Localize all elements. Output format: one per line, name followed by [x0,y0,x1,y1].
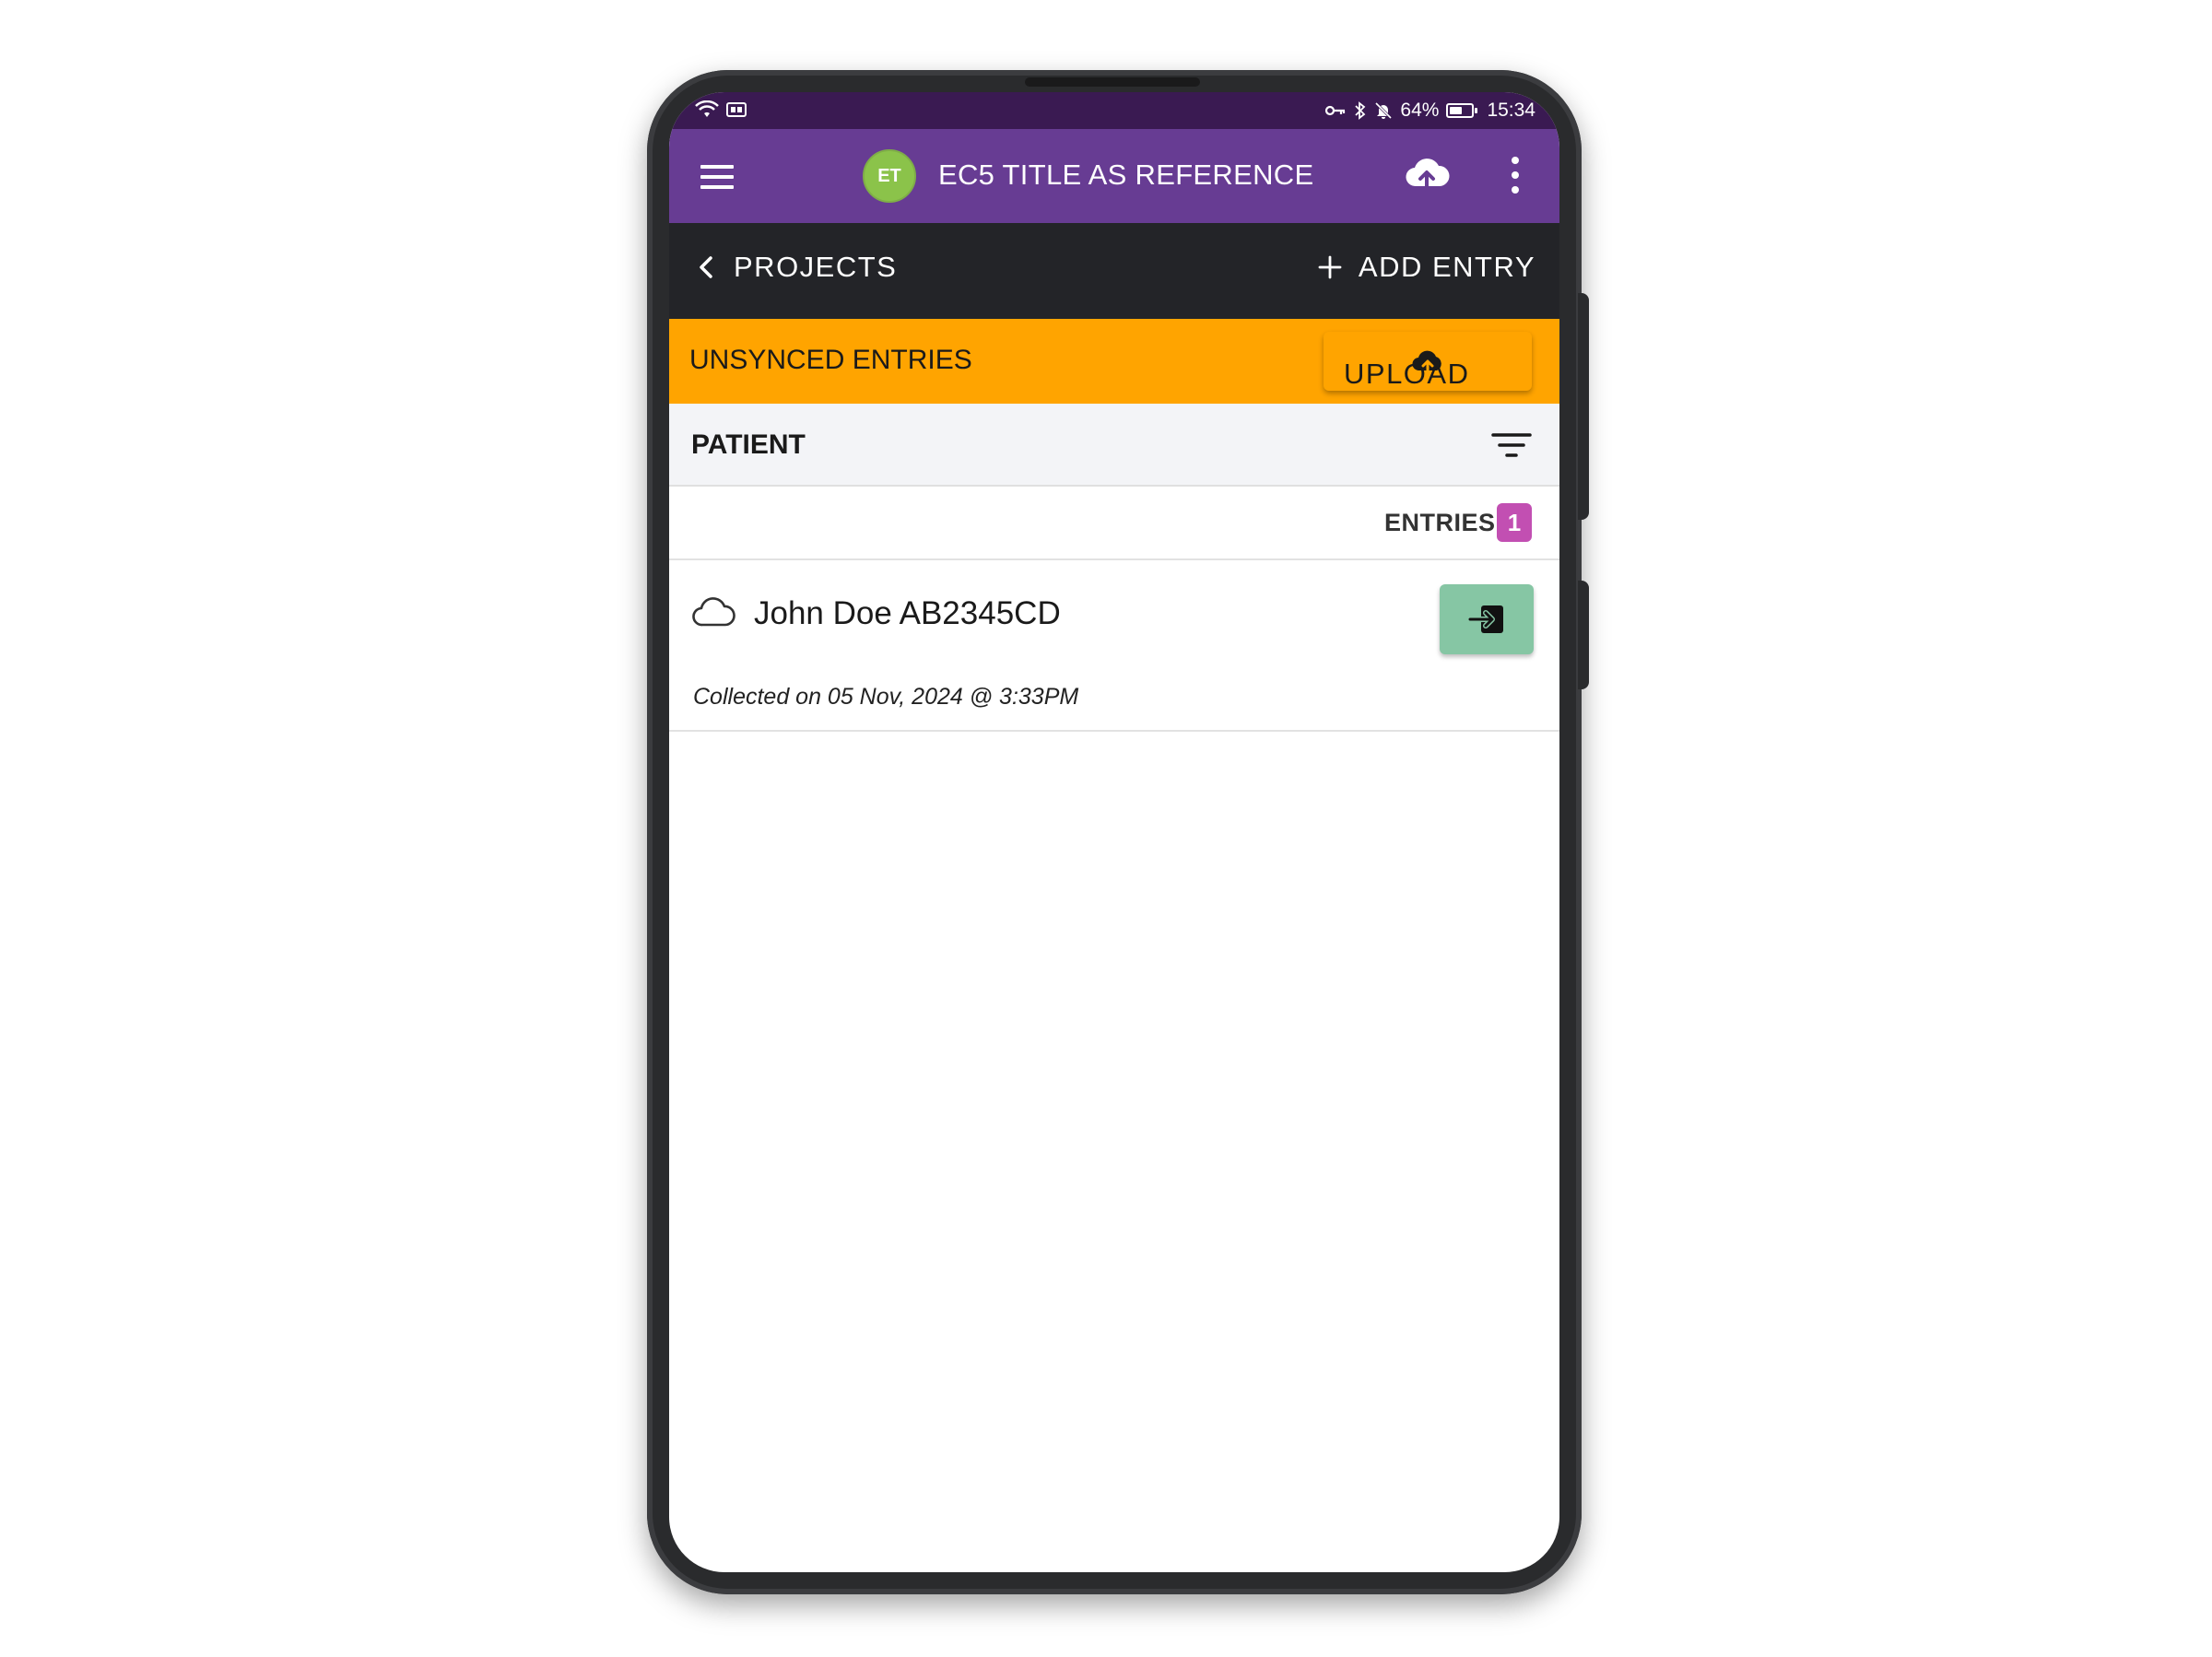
hamburger-menu-icon[interactable] [700,165,734,189]
upload-button[interactable]: UPLOAD [1324,332,1532,391]
add-entry-button[interactable]: ADD ENTRY [1318,251,1535,284]
entry-title: John Doe AB2345CD [754,595,1061,631]
form-name: PATIENT [691,429,806,460]
entries-count-badge: 1 [1497,503,1532,542]
entries-count-row: ENTRIES 1 [669,487,1559,560]
upload-label: UPLOAD [1344,358,1470,390]
clock: 15:34 [1487,100,1535,121]
app-bar: ET EC5 TITLE AS REFERENCE [669,129,1559,223]
chevron-left-icon [700,256,712,278]
back-label: PROJECTS [734,251,898,283]
open-entry-button[interactable] [1440,584,1534,654]
device-speaker [1025,77,1200,87]
list-item[interactable]: John Doe AB2345CD Collected on 05 Nov, 2… [669,560,1559,732]
login-enter-icon [1467,605,1503,633]
entry-collected-date: Collected on 05 Nov, 2024 @ 3:33PM [693,684,1079,710]
battery-percent: 64% [1400,100,1440,121]
entries-label: ENTRIES [1384,509,1496,536]
unsynced-entries-bar: UNSYNCED ENTRIES UPLOAD [669,319,1559,404]
add-entry-label: ADD ENTRY [1358,251,1535,283]
sim-icon [726,102,747,117]
vpn-key-icon [1325,105,1346,116]
back-to-projects-button[interactable]: PROJECTS [697,251,897,284]
battery-icon [1446,103,1478,118]
power-button [1578,581,1589,689]
wifi-icon [695,100,719,117]
app-screen: 64% 15:34 ET EC5 TITLE AS REFERENCE PROJ… [669,92,1559,1572]
muted-bell-icon [1375,101,1393,120]
volume-button [1578,293,1589,520]
bluetooth-icon [1355,101,1366,120]
unsynced-label: UNSYNCED ENTRIES [689,345,972,375]
more-vert-icon[interactable] [1508,157,1523,197]
navigation-bar: PROJECTS ADD ENTRY [669,223,1559,319]
form-header: PATIENT [669,404,1559,487]
project-avatar: ET [863,149,916,203]
status-bar: 64% 15:34 [669,92,1559,129]
cloud-upload-icon[interactable] [1403,151,1451,199]
filter-icon[interactable] [1491,431,1532,459]
plus-icon [1318,255,1342,279]
project-title: EC5 TITLE AS REFERENCE [938,159,1314,191]
cloud-outline-icon [692,597,735,627]
